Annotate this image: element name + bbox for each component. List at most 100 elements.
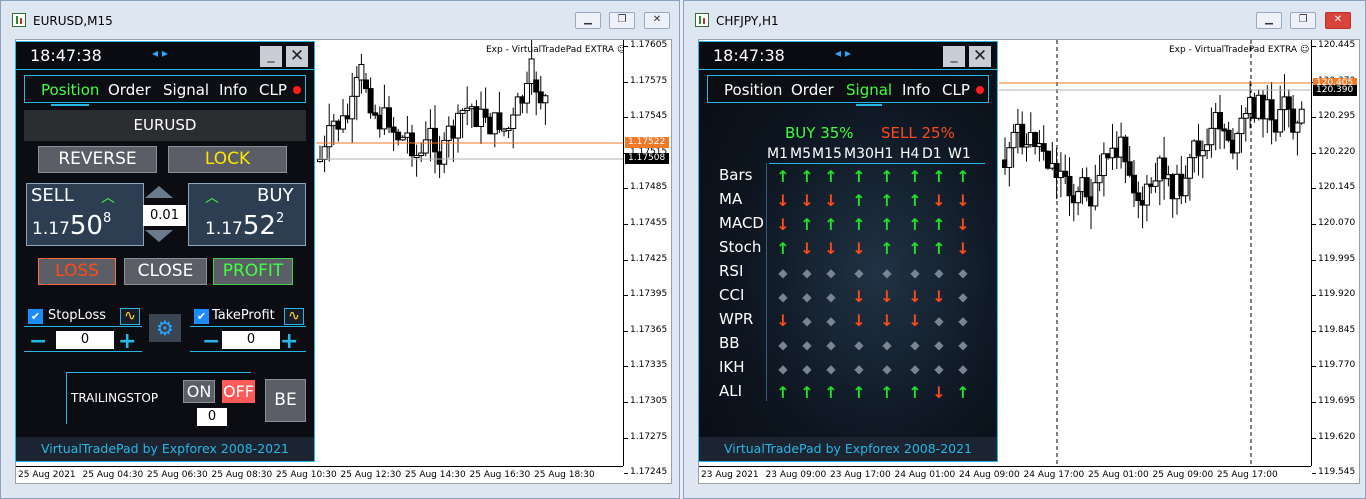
close-all-button[interactable]: CLOSE xyxy=(124,258,207,285)
arrow-up-icon: ↑ xyxy=(908,383,922,402)
time-tick-label: 25 Aug 01:00 xyxy=(1088,470,1149,480)
ask-price-tag: 120.390 xyxy=(1313,85,1357,96)
panel-minimize-button[interactable]: _ xyxy=(260,46,282,67)
trailing-on-button[interactable]: ON xyxy=(183,380,215,403)
time-scale[interactable]: 23 Aug 2021 23 Aug 09:00 23 Aug 17:00 24 Au… xyxy=(699,466,1311,483)
timeframe-label: M1 xyxy=(767,146,788,162)
arrow-up-icon: ↑ xyxy=(932,239,946,258)
trailing-off-button[interactable]: OFF xyxy=(222,380,255,403)
stoploss-group: ✔ StopLoss ∿ − 0 + xyxy=(24,305,142,354)
timeframe-label: M15 xyxy=(812,146,842,162)
price-tick-label: 119.770 xyxy=(1311,360,1356,371)
price-tick-label: 120.445 xyxy=(1311,40,1356,50)
chart-window-icon xyxy=(695,13,709,27)
panel-close-button[interactable]: ✕ xyxy=(286,46,308,67)
lot-increase-icon[interactable] xyxy=(143,184,175,199)
price-tick-label: 1.17245 xyxy=(623,467,668,478)
arrow-down-icon: ↓ xyxy=(852,287,866,306)
restore-window-button[interactable]: ❐ xyxy=(609,12,635,29)
nav-arrows-icon[interactable]: ◂ ▸ xyxy=(835,46,851,60)
tab-order[interactable]: Order xyxy=(791,81,834,99)
restore-window-button[interactable]: ❐ xyxy=(1290,12,1316,29)
neutral-dot-icon: ◆ xyxy=(778,266,788,280)
tab-position[interactable]: Position xyxy=(724,81,782,99)
window-titlebar[interactable]: CHFJPY,H1 ▁ ❐ ✕ xyxy=(684,1,1365,39)
time-tick-label: 25 Aug 14:30 xyxy=(405,470,466,480)
arrow-up-icon: ↑ xyxy=(908,215,922,234)
lot-decrease-icon[interactable] xyxy=(143,229,175,244)
tab-clp[interactable]: CLP xyxy=(259,81,287,99)
arrow-up-icon: ↑ xyxy=(880,239,894,258)
panel-minimize-button[interactable]: _ xyxy=(943,46,965,67)
time-tick-label: 24 Aug 17:00 xyxy=(1023,470,1085,480)
neutral-dot-icon: ◆ xyxy=(802,314,812,328)
tab-info[interactable]: Info xyxy=(902,81,930,99)
time-scale[interactable]: 25 Aug 2021 25 Aug 04:30 25 Aug 06:30 25 Au… xyxy=(16,466,623,483)
indicator-label-stoch: Stoch xyxy=(719,238,762,256)
price-tick-label: 1.17485 xyxy=(623,182,668,193)
takeprofit-checkbox[interactable]: ✔ xyxy=(194,309,209,324)
tab-order[interactable]: Order xyxy=(108,81,151,99)
window-titlebar[interactable]: EURUSD,M15 ▁ ❐ ✕ xyxy=(1,1,679,39)
buy-price: 1.17522 xyxy=(205,211,285,241)
chart-window-eurusd[interactable]: EURUSD,M15 ▁ ❐ ✕ Exp - VirtualTradePad E… xyxy=(0,0,680,499)
tab-signal[interactable]: Signal xyxy=(163,81,209,99)
arrow-down-icon: ↓ xyxy=(932,287,946,306)
takeprofit-mode-icon[interactable]: ∿ xyxy=(284,308,304,325)
neutral-dot-icon: ◆ xyxy=(958,266,968,280)
close-window-button[interactable]: ✕ xyxy=(644,12,670,29)
price-tick-label: 119.620 xyxy=(1311,431,1356,442)
arrow-down-icon: ↓ xyxy=(932,383,946,402)
stoploss-input[interactable]: 0 xyxy=(56,331,114,349)
lock-button[interactable]: LOCK xyxy=(168,146,287,173)
arrow-down-icon: ↓ xyxy=(800,191,814,210)
takeprofit-label: TakeProfit xyxy=(212,308,275,323)
tab-position[interactable]: Position xyxy=(41,81,99,106)
arrow-down-icon: ↓ xyxy=(776,191,790,210)
settings-gear-icon[interactable]: ⚙ xyxy=(149,314,181,342)
arrow-down-icon: ↓ xyxy=(880,287,894,306)
price-tick-label: 1.17425 xyxy=(623,253,668,264)
neutral-dot-icon: ◆ xyxy=(826,266,836,280)
trailing-value-input[interactable]: 0 xyxy=(197,408,227,426)
reverse-button[interactable]: REVERSE xyxy=(38,146,157,173)
tab-signal[interactable]: Signal xyxy=(846,81,892,106)
tab-clp[interactable]: CLP xyxy=(942,81,970,99)
arrow-up-icon: ↑ xyxy=(880,383,894,402)
close-loss-button[interactable]: LOSS xyxy=(38,258,116,285)
arrow-up-icon: ↑ xyxy=(800,215,814,234)
takeprofit-input[interactable]: 0 xyxy=(222,331,280,349)
divider xyxy=(24,326,142,327)
indicator-label-ma: MA xyxy=(719,190,743,208)
panel-close-button[interactable]: ✕ xyxy=(969,46,991,67)
panel-tabs: Position Order Signal Info CLP xyxy=(24,75,306,106)
lot-size-field[interactable]: 0.01 xyxy=(143,205,186,226)
stoploss-mode-icon[interactable]: ∿ xyxy=(120,308,140,325)
nav-arrows-icon[interactable]: ◂ ▸ xyxy=(152,46,168,60)
breakeven-button[interactable]: BE xyxy=(265,379,306,422)
takeprofit-group: ✔ TakeProfit ∿ − 0 + xyxy=(190,305,308,354)
arrow-down-icon: ↓ xyxy=(800,239,814,258)
price-scale[interactable]: 1.17605 1.17575 1.17545 1.17515 1.17485 1.174… xyxy=(623,40,671,477)
close-window-button[interactable]: ✕ xyxy=(1325,12,1351,29)
ask-price-tag: 1.17508 xyxy=(625,153,669,164)
chart-window-chfjpy[interactable]: CHFJPY,H1 ▁ ❐ ✕ Exp - VirtualTradePad EX… xyxy=(683,0,1366,499)
arrow-up-icon: ↑ xyxy=(852,167,866,186)
close-profit-button[interactable]: PROFIT xyxy=(213,258,293,285)
neutral-dot-icon: ◆ xyxy=(882,362,892,376)
price-scale[interactable]: 120.445120.370120.295120.220120.145120.0… xyxy=(1311,40,1359,477)
arrow-down-icon: ↓ xyxy=(880,311,894,330)
neutral-dot-icon: ◆ xyxy=(958,362,968,376)
neutral-dot-icon: ◆ xyxy=(854,362,864,376)
indicator-label-wpr: WPR xyxy=(719,310,754,328)
tab-info[interactable]: Info xyxy=(219,81,247,99)
price-tick-label: 120.070 xyxy=(1311,218,1356,228)
buy-button[interactable]: ︿ BUY 1.17522 xyxy=(188,183,306,246)
sell-button[interactable]: SELL ︿ 1.17508 xyxy=(26,183,144,246)
minimize-window-button[interactable]: ▁ xyxy=(1256,12,1282,29)
arrow-up-icon: ↑ xyxy=(908,239,922,258)
arrow-down-icon: ↓ xyxy=(776,215,790,234)
stoploss-checkbox[interactable]: ✔ xyxy=(28,309,43,324)
minimize-window-button[interactable]: ▁ xyxy=(575,12,601,29)
divider xyxy=(769,163,985,164)
